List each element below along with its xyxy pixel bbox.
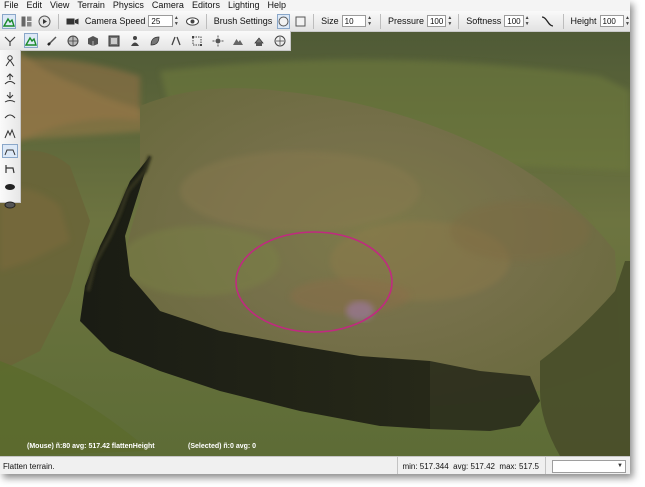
softness-input[interactable]: 100 <box>504 15 524 27</box>
main-window: File Edit View Terrain Physics Camera Ed… <box>0 0 630 474</box>
menu-bar: File Edit View Terrain Physics Camera Ed… <box>0 0 630 11</box>
circle-brush-icon[interactable] <box>277 13 291 29</box>
pressure-label: Pressure <box>387 16 424 26</box>
size-spinner[interactable]: ▲ ▼ <box>367 15 372 27</box>
camera-speed-label: Camera Speed <box>84 16 146 26</box>
toolbar-separator <box>313 13 315 29</box>
chevron-down-icon: ▼ <box>617 463 623 469</box>
mountain-icon[interactable] <box>231 33 246 48</box>
menu-help[interactable]: Help <box>263 0 290 11</box>
menu-lighting[interactable]: Lighting <box>224 0 264 11</box>
terrain-tool-icon[interactable] <box>3 33 18 48</box>
softness-label: Softness <box>466 16 502 26</box>
lighting-icon[interactable] <box>210 33 225 48</box>
brush-settings-label: Brush Settings <box>213 16 273 26</box>
camera-speed-input[interactable]: 25 <box>148 15 173 27</box>
size-label: Size <box>321 16 339 26</box>
toolbar-separator <box>380 13 381 29</box>
square-brush-icon[interactable] <box>294 14 307 29</box>
status-message: Flatten terrain. <box>3 461 55 471</box>
softness-spinner[interactable]: ▲ ▼ <box>525 15 530 27</box>
menu-view[interactable]: View <box>46 0 73 11</box>
status-min: min: 517.344 <box>402 461 449 471</box>
status-avg: avg: 517.42 <box>453 461 495 471</box>
mouse-info-readout: (Mouse) ñ:80 avg: 517.42 flattenHeight <box>27 443 155 450</box>
menu-edit[interactable]: Edit <box>23 0 47 11</box>
adjust-height-icon[interactable] <box>2 126 18 140</box>
shape-icon[interactable] <box>252 33 267 48</box>
status-max: max: 517.5 <box>499 461 539 471</box>
toolbar-separator <box>458 13 460 29</box>
main-toolbar: Camera Speed 25 ▲ ▼ Brush Settings Size 1… <box>0 11 630 32</box>
height-spinner[interactable]: ▲ ▼ <box>625 15 630 27</box>
status-dropdown-cell: ▼ <box>545 457 630 474</box>
box-icon[interactable] <box>86 33 101 48</box>
leaf-icon[interactable] <box>148 33 163 48</box>
terrain-brush-palette <box>0 50 21 209</box>
bounds-icon[interactable] <box>189 33 204 48</box>
noise-icon[interactable] <box>2 108 18 122</box>
terrain-editor-icon[interactable] <box>2 13 16 29</box>
dig-icon[interactable] <box>2 162 18 176</box>
toolbar-separator <box>58 13 59 29</box>
status-dropdown[interactable]: ▼ <box>552 459 626 473</box>
height-label: Height <box>570 16 597 26</box>
status-stats: min: 517.344 avg: 517.42 max: 517.5 <box>397 457 545 474</box>
height-input[interactable]: 100 <box>599 15 624 27</box>
pit-icon[interactable] <box>2 180 18 194</box>
grid-icon[interactable] <box>272 33 287 48</box>
person-icon[interactable] <box>127 33 142 48</box>
menu-editors[interactable]: Editors <box>188 0 224 11</box>
layout-icon[interactable] <box>20 14 33 29</box>
eye-icon[interactable] <box>185 14 200 29</box>
toolbar-separator <box>562 13 564 29</box>
road-icon[interactable] <box>169 33 184 48</box>
texture-icon[interactable] <box>107 33 122 48</box>
menu-terrain[interactable]: Terrain <box>73 0 109 11</box>
size-input[interactable]: 10 <box>341 15 367 27</box>
terrain-viewport[interactable] <box>0 31 630 456</box>
camera-icon[interactable] <box>65 14 80 29</box>
editor-toolbar <box>0 31 291 51</box>
camera-speed-spinner[interactable]: ▲ ▼ <box>174 15 179 27</box>
flatten-icon[interactable] <box>2 144 18 158</box>
raise-height-icon[interactable] <box>2 54 18 68</box>
toolbar-separator <box>205 13 207 29</box>
play-icon[interactable] <box>37 14 52 29</box>
menu-physics[interactable]: Physics <box>109 0 148 11</box>
smooth-icon[interactable] <box>2 90 18 104</box>
pressure-input[interactable]: 100 <box>426 15 447 27</box>
menu-file[interactable]: File <box>0 0 23 11</box>
status-bar: Flatten terrain. min: 517.344 avg: 517.4… <box>0 456 630 474</box>
paint-icon[interactable] <box>44 33 59 48</box>
selected-info-readout: (Selected) ñ:0 avg: 0 <box>188 443 257 450</box>
clear-icon[interactable] <box>2 198 18 212</box>
pressure-spinner[interactable]: ▲ ▼ <box>447 15 452 27</box>
softness-curve-icon[interactable] <box>540 14 555 29</box>
menu-camera[interactable]: Camera <box>148 0 188 11</box>
lower-height-icon[interactable] <box>2 72 18 86</box>
terrain-select-icon[interactable] <box>23 33 39 48</box>
globe-icon[interactable] <box>65 33 80 48</box>
